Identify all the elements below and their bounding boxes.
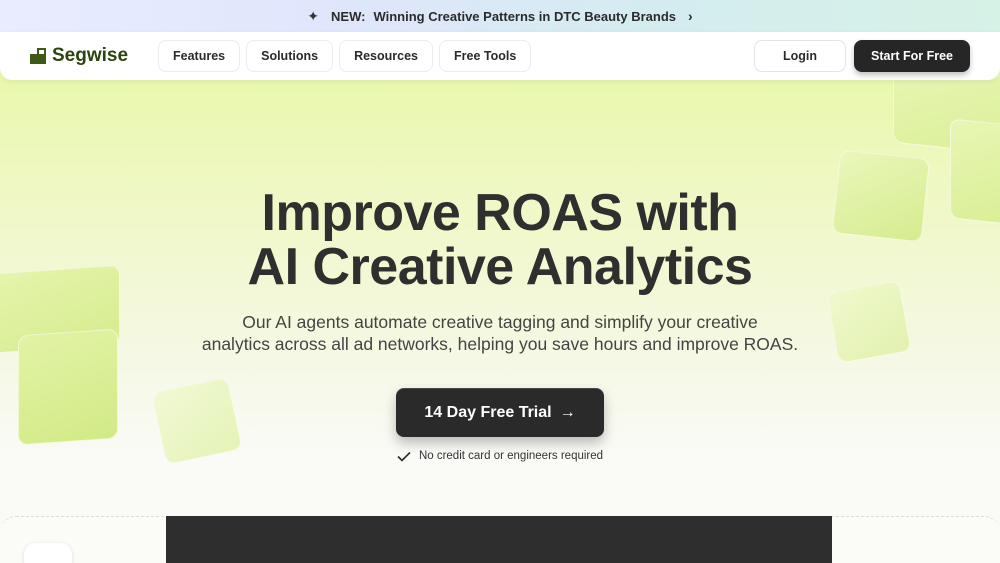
hero-headline: Improve ROAS with AI Creative Analytics bbox=[0, 186, 1000, 294]
headline-line-1: Improve ROAS with bbox=[261, 184, 739, 242]
trial-note: No credit card or engineers required bbox=[0, 450, 1000, 462]
main-menu: Features Solutions Resources Free Tools bbox=[158, 40, 532, 72]
subtitle-line-2: analytics across all ad networks, helpin… bbox=[201, 334, 799, 354]
headline-line-2: AI Creative Analytics bbox=[247, 238, 753, 296]
checkmark-icon bbox=[397, 451, 411, 462]
start-for-free-button[interactable]: Start For Free bbox=[854, 40, 970, 72]
sparkle-icon: ✦ bbox=[307, 7, 320, 24]
free-trial-button[interactable]: 14 Day Free Trial → bbox=[396, 388, 604, 437]
menu-item-free-tools[interactable]: Free Tools bbox=[439, 40, 532, 72]
navbar: Segwise Features Solutions Resources Fre… bbox=[0, 32, 1000, 80]
trial-note-text: No credit card or engineers required bbox=[418, 450, 604, 462]
menu-item-resources[interactable]: Resources bbox=[339, 40, 433, 72]
floating-card bbox=[24, 543, 72, 563]
login-button[interactable]: Login bbox=[754, 40, 846, 72]
nav-actions: Login Start For Free bbox=[754, 40, 970, 72]
menu-item-solutions[interactable]: Solutions bbox=[246, 40, 334, 72]
subtitle-line-1: Our AI agents automate creative tagging … bbox=[242, 312, 758, 332]
brand-name: Segwise bbox=[52, 45, 129, 66]
announcement-bar[interactable]: ✦ NEW: Winning Creative Patterns in DTC … bbox=[0, 0, 1000, 32]
hero-section bbox=[0, 32, 1000, 563]
arrow-right-icon: → bbox=[559, 403, 576, 421]
product-video[interactable] bbox=[166, 516, 832, 563]
brand-logo[interactable]: Segwise bbox=[30, 45, 158, 67]
announcement-prefix: NEW: bbox=[331, 8, 366, 24]
chevron-right-icon: › bbox=[688, 8, 693, 24]
free-trial-label: 14 Day Free Trial bbox=[424, 403, 552, 421]
segwise-logo-icon bbox=[30, 48, 46, 64]
announcement-text: Winning Creative Patterns in DTC Beauty … bbox=[373, 8, 677, 24]
hero-subtitle: Our AI agents automate creative tagging … bbox=[0, 311, 1000, 355]
menu-item-features[interactable]: Features bbox=[158, 40, 241, 72]
